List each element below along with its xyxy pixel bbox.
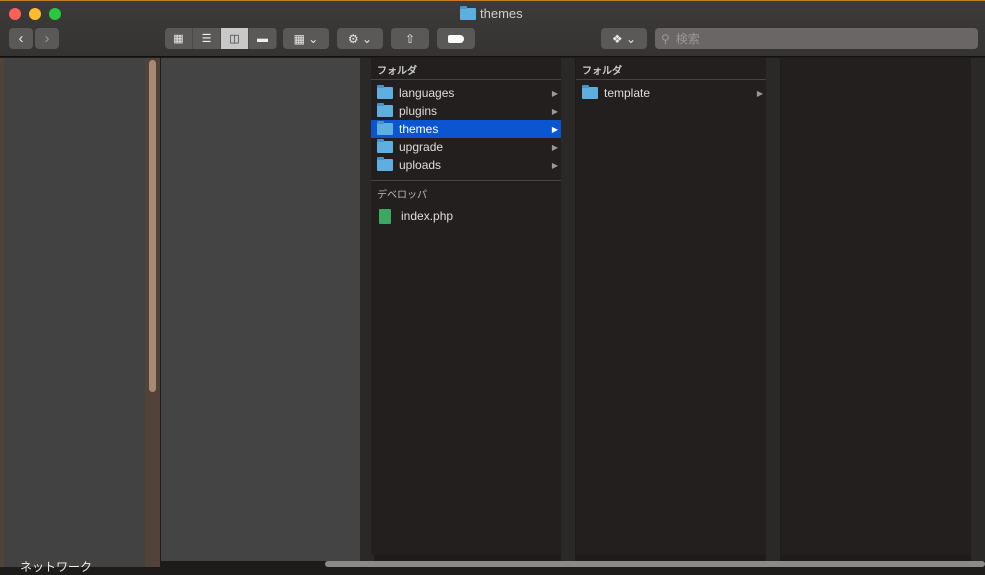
column-divider[interactable] [766,58,780,561]
list-item[interactable]: plugins ▶ [371,102,561,120]
column-view-button[interactable]: ◫ [221,28,249,49]
icon-view-button[interactable]: ▦ [165,28,193,49]
chevron-right-icon: ▶ [551,160,558,170]
forward-button[interactable]: › [35,28,59,49]
dropbox-button[interactable]: ❖ ⌄ [601,28,647,49]
tag-icon [448,34,464,43]
folder-icon [377,103,393,117]
chevron-right-icon: ▶ [756,88,763,98]
list-item[interactable]: uploads ▶ [371,156,561,174]
back-button[interactable]: ‹ [9,28,33,49]
column-divider[interactable] [561,58,575,561]
close-button[interactable] [9,8,21,20]
folder-icon [377,85,393,99]
list-item[interactable]: index.php [371,205,561,227]
php-file-icon [379,208,391,224]
chevron-right-icon: ▶ [551,106,558,116]
column-divider[interactable] [971,58,985,561]
preview-panel [161,58,360,561]
list-item[interactable]: template ▶ [576,84,766,102]
chevron-right-icon: ▶ [551,88,558,98]
sidebar-scrollbar[interactable] [149,60,156,392]
column-1: フォルダ languages ▶ plugins ▶ themes ▶ upgrade… [371,58,561,555]
search-icon: ⚲ [661,31,670,46]
window-title: themes [460,5,523,21]
minimize-button[interactable] [29,8,41,20]
section-header: デベロッパ [377,190,427,201]
horizontal-scrollbar[interactable] [325,561,985,567]
chevron-right-icon: ▶ [551,124,558,134]
folder-icon [460,5,476,20]
folder-icon [377,157,393,171]
view-switcher: ▦ ☰ ◫ ▬ [165,28,277,49]
share-button[interactable]: ⇧ [391,28,429,49]
folder-icon [582,85,598,99]
list-view-button[interactable]: ☰ [193,28,221,49]
column-header: フォルダ [371,58,561,80]
gallery-view-button[interactable]: ▬ [249,28,277,49]
folder-icon [377,121,393,135]
action-gear-button[interactable]: ⚙ ⌄ [337,28,383,49]
column-2: フォルダ template ▶ [576,58,766,555]
list-item-selected[interactable]: themes ▶ [371,120,561,138]
list-item[interactable]: languages ▶ [371,84,561,102]
column-3 [781,58,971,555]
column-header: フォルダ [576,58,766,80]
title-bar: themes ‹ › ▦ ☰ ◫ ▬ ▦ ⌄ ⚙ ⌄ ⇧ ❖ ⌄ ⚲ 検索 [0,0,985,57]
list-item[interactable]: upgrade ▶ [371,138,561,156]
chevron-right-icon: ▶ [551,142,558,152]
folder-icon [377,139,393,153]
tag-button[interactable] [437,28,475,49]
search-input[interactable]: ⚲ 検索 [655,28,978,49]
zoom-button[interactable] [49,8,61,20]
group-button[interactable]: ▦ ⌄ [283,28,329,49]
sidebar [0,58,160,567]
